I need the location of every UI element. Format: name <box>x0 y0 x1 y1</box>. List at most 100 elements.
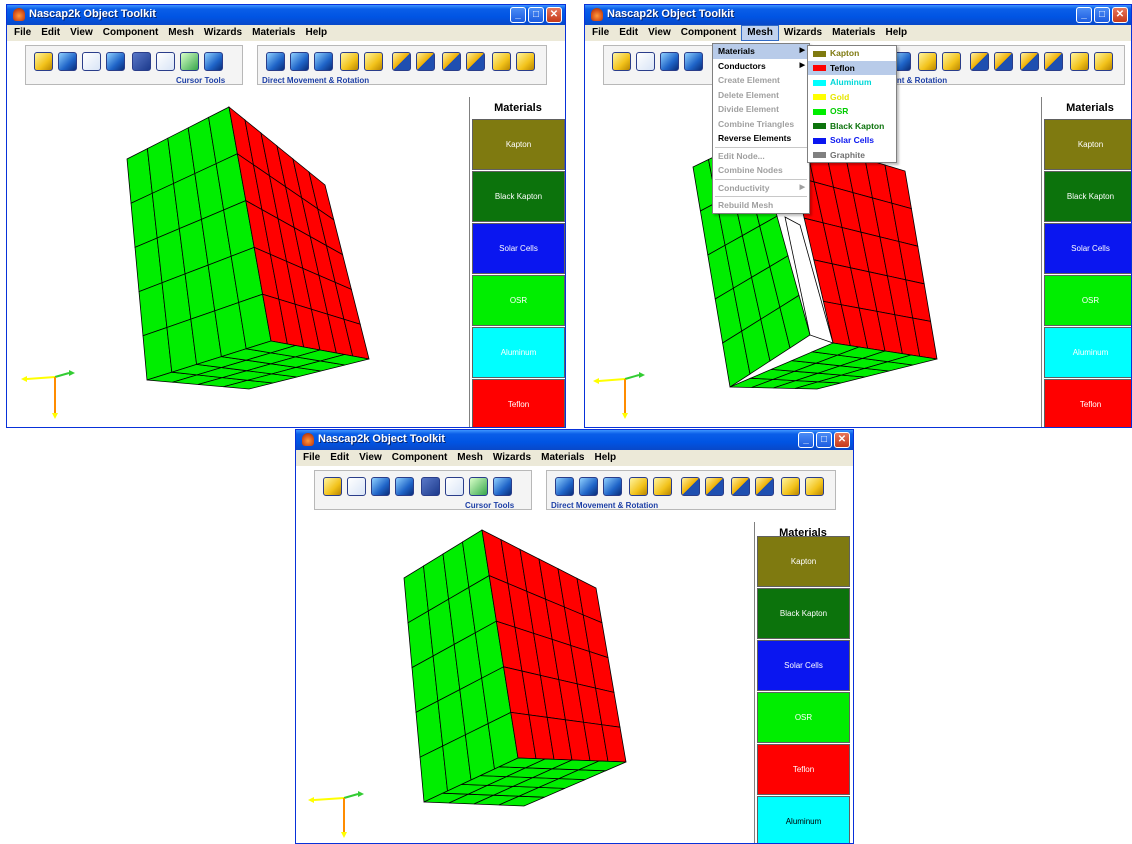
rotate-left-icon[interactable] <box>681 477 700 496</box>
select-node-icon[interactable] <box>106 52 125 71</box>
minimize-button[interactable]: _ <box>1076 7 1092 23</box>
menu-file[interactable]: File <box>298 450 325 466</box>
rotate-globe-icon[interactable] <box>493 477 512 496</box>
menu-view[interactable]: View <box>354 450 387 466</box>
menu-wizards[interactable]: Wizards <box>488 450 536 466</box>
menu-materials[interactable]: Materials <box>536 450 589 466</box>
pan-left-icon[interactable] <box>555 477 574 496</box>
roll-ccw-icon[interactable] <box>1070 52 1089 71</box>
select-node-icon[interactable] <box>395 477 414 496</box>
material-swatch-solar-cells[interactable]: Solar Cells <box>757 640 850 691</box>
pan-right-icon[interactable] <box>603 477 622 496</box>
submenu-item-solar-cells[interactable]: Solar Cells <box>808 133 896 148</box>
submenu-item-gold[interactable]: Gold <box>808 90 896 105</box>
maximize-button[interactable]: □ <box>816 432 832 448</box>
pan-both-icon[interactable] <box>579 477 598 496</box>
roll-ccw-icon[interactable] <box>781 477 800 496</box>
mesh-menu-conductors[interactable]: Conductors ▶ <box>713 59 809 74</box>
select-cube-icon[interactable] <box>612 52 631 71</box>
material-swatch-solar-cells[interactable]: Solar Cells <box>472 223 565 274</box>
move-icon[interactable] <box>469 477 488 496</box>
submenu-item-black-kapton[interactable]: Black Kapton <box>808 119 896 134</box>
submenu-item-kapton[interactable]: Kapton <box>808 46 896 61</box>
material-swatch-osr[interactable]: OSR <box>1044 275 1131 326</box>
menu-edit[interactable]: Edit <box>614 25 643 41</box>
pan-left-icon[interactable] <box>266 52 285 71</box>
select-cube-icon[interactable] <box>323 477 342 496</box>
select-face-icon[interactable] <box>371 477 390 496</box>
rotate-right-icon[interactable] <box>416 52 435 71</box>
material-swatch-black-kapton[interactable]: Black Kapton <box>472 171 565 222</box>
submenu-item-aluminum[interactable]: Aluminum <box>808 75 896 90</box>
material-swatch-black-kapton[interactable]: Black Kapton <box>1044 171 1131 222</box>
menu-file[interactable]: File <box>9 25 36 41</box>
rotate-right-icon[interactable] <box>994 52 1013 71</box>
material-swatch-teflon[interactable]: Teflon <box>1044 379 1131 427</box>
box-outline-icon[interactable] <box>156 52 175 71</box>
3d-viewport[interactable] <box>7 97 467 427</box>
select-element-icon[interactable] <box>636 52 655 71</box>
zoom-out-icon[interactable] <box>653 477 672 496</box>
rotate-up-icon[interactable] <box>731 477 750 496</box>
material-swatch-kapton[interactable]: Kapton <box>1044 119 1131 170</box>
mesh-icon[interactable] <box>421 477 440 496</box>
rotate-down-icon[interactable] <box>466 52 485 71</box>
roll-cw-icon[interactable] <box>805 477 824 496</box>
zoom-out-icon[interactable] <box>364 52 383 71</box>
menu-component[interactable]: Component <box>387 450 453 466</box>
mesh-menu-materials[interactable]: Materials ▶ <box>713 44 809 59</box>
select-node-icon[interactable] <box>684 52 703 71</box>
material-swatch-aluminum[interactable]: Aluminum <box>472 327 565 378</box>
submenu-item-teflon[interactable]: Teflon <box>808 60 896 75</box>
roll-cw-icon[interactable] <box>516 52 535 71</box>
mesh-icon[interactable] <box>132 52 151 71</box>
material-swatch-teflon[interactable]: Teflon <box>757 744 850 795</box>
material-swatch-solar-cells[interactable]: Solar Cells <box>1044 223 1131 274</box>
menu-view[interactable]: View <box>65 25 98 41</box>
close-button[interactable]: ✕ <box>1112 7 1128 23</box>
minimize-button[interactable]: _ <box>798 432 814 448</box>
select-cube-icon[interactable] <box>34 52 53 71</box>
menu-file[interactable]: File <box>587 25 614 41</box>
menu-component[interactable]: Component <box>98 25 164 41</box>
rotate-up-icon[interactable] <box>1020 52 1039 71</box>
material-swatch-aluminum[interactable]: Aluminum <box>757 796 850 843</box>
rotate-left-icon[interactable] <box>970 52 989 71</box>
material-swatch-black-kapton[interactable]: Black Kapton <box>757 588 850 639</box>
move-icon[interactable] <box>180 52 199 71</box>
rotate-right-icon[interactable] <box>705 477 724 496</box>
menu-view[interactable]: View <box>643 25 676 41</box>
material-swatch-teflon[interactable]: Teflon <box>472 379 565 427</box>
rotate-down-icon[interactable] <box>1044 52 1063 71</box>
pan-right-icon[interactable] <box>314 52 333 71</box>
material-swatch-osr[interactable]: OSR <box>472 275 565 326</box>
mesh-menu-reverse-elements[interactable]: Reverse Elements <box>713 131 809 146</box>
rotate-left-icon[interactable] <box>392 52 411 71</box>
maximize-button[interactable]: □ <box>1094 7 1110 23</box>
rotate-globe-icon[interactable] <box>204 52 223 71</box>
roll-ccw-icon[interactable] <box>492 52 511 71</box>
box-outline-icon[interactable] <box>445 477 464 496</box>
rotate-up-icon[interactable] <box>442 52 461 71</box>
submenu-item-graphite[interactable]: Graphite <box>808 148 896 163</box>
roll-cw-icon[interactable] <box>1094 52 1113 71</box>
material-swatch-osr[interactable]: OSR <box>757 692 850 743</box>
zoom-in-icon[interactable] <box>340 52 359 71</box>
zoom-in-icon[interactable] <box>629 477 648 496</box>
menu-help[interactable]: Help <box>880 25 912 41</box>
select-face-icon[interactable] <box>660 52 679 71</box>
close-button[interactable]: ✕ <box>546 7 562 23</box>
menu-edit[interactable]: Edit <box>36 25 65 41</box>
minimize-button[interactable]: _ <box>510 7 526 23</box>
close-button[interactable]: ✕ <box>834 432 850 448</box>
menu-mesh[interactable]: Mesh <box>741 25 779 41</box>
select-element-icon[interactable] <box>58 52 77 71</box>
menu-edit[interactable]: Edit <box>325 450 354 466</box>
title-bar[interactable]: Nascap2k Object Toolkit _ □ ✕ <box>585 5 1131 25</box>
menu-help[interactable]: Help <box>589 450 621 466</box>
menu-wizards[interactable]: Wizards <box>779 25 827 41</box>
menu-mesh[interactable]: Mesh <box>163 25 199 41</box>
rotate-down-icon[interactable] <box>755 477 774 496</box>
menu-component[interactable]: Component <box>676 25 742 41</box>
menu-wizards[interactable]: Wizards <box>199 25 247 41</box>
